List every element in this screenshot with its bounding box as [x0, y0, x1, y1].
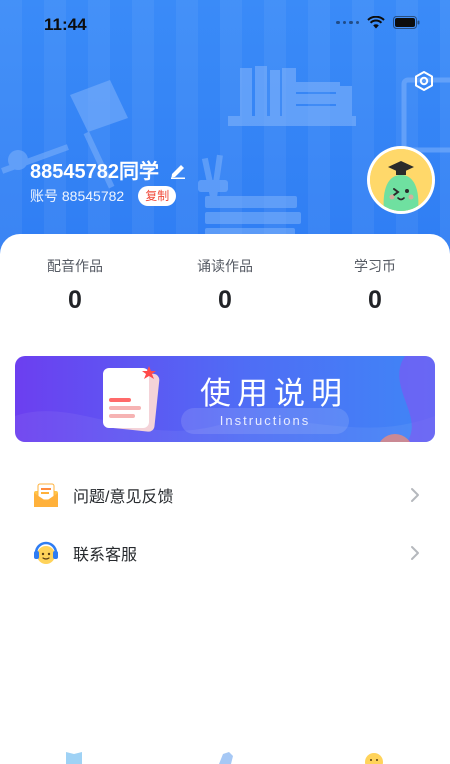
username: 88545782同学 [30, 161, 159, 183]
status-bar: 11:44 [0, 0, 450, 50]
avatar-image [370, 149, 432, 211]
menu-item-customer-service[interactable]: 联系客服 [0, 524, 450, 582]
stat-label: 诵读作品 [197, 258, 253, 274]
face-tab-icon[interactable] [364, 748, 384, 764]
content-card: 配音作品 0 诵读作品 0 学习币 0 使用说明 Instructions 问题… [0, 234, 450, 764]
status-icons [336, 16, 420, 29]
instructions-banner[interactable]: 使用说明 Instructions [15, 356, 435, 442]
stat-label: 配音作品 [47, 258, 103, 274]
stat-value: 0 [368, 286, 382, 314]
document-star-icon [103, 366, 160, 432]
status-time: 11:44 [44, 15, 87, 34]
username-row: 88545782同学 [30, 155, 187, 184]
chevron-right-icon [411, 546, 419, 560]
stat-value: 0 [68, 286, 82, 314]
stat-value: 0 [218, 286, 232, 314]
graduate-blob-avatar-icon [370, 149, 432, 211]
stat-dubbing-works[interactable]: 配音作品 0 [0, 256, 150, 315]
settings-button[interactable] [412, 69, 436, 93]
feedback-envelope-icon [34, 483, 58, 507]
banner-title: 使用说明 [200, 376, 348, 412]
account-row: 账号 88545782 复制 [30, 186, 177, 206]
avatar[interactable] [367, 146, 435, 214]
stat-reading-works[interactable]: 诵读作品 0 [150, 256, 300, 315]
stat-study-coins[interactable]: 学习币 0 [300, 256, 450, 315]
chevron-right-icon [411, 488, 419, 502]
copy-account-button[interactable]: 复制 [138, 186, 177, 206]
menu-list: 问题/意见反馈 联系客服 [0, 466, 450, 582]
cellular-signal-icon [336, 20, 359, 25]
profile-header: 11:44 88545782同学 账号 88545782 复制 [0, 0, 450, 262]
bottom-tab-bar [0, 744, 450, 764]
banner-subtitle: Instructions [181, 408, 349, 434]
settings-hexagon-icon [415, 71, 433, 91]
account-info: 账号 88545782 [30, 186, 124, 206]
menu-item-feedback[interactable]: 问题/意见反馈 [0, 466, 450, 524]
edit-name-button[interactable] [169, 161, 187, 179]
account-label: 账号 [30, 188, 58, 204]
battery-icon [393, 16, 420, 29]
book-tab-icon[interactable] [64, 748, 84, 764]
account-number: 88545782 [61, 188, 125, 204]
stat-label: 学习币 [354, 258, 396, 274]
customer-service-icon [34, 541, 58, 564]
edit-pencil-icon [170, 164, 185, 179]
menu-item-label: 联系客服 [73, 547, 138, 564]
stats-row: 配音作品 0 诵读作品 0 学习币 0 [0, 256, 450, 315]
menu-item-label: 问题/意见反馈 [73, 489, 174, 506]
wifi-icon [367, 16, 385, 29]
star-tab-icon[interactable] [215, 748, 235, 764]
